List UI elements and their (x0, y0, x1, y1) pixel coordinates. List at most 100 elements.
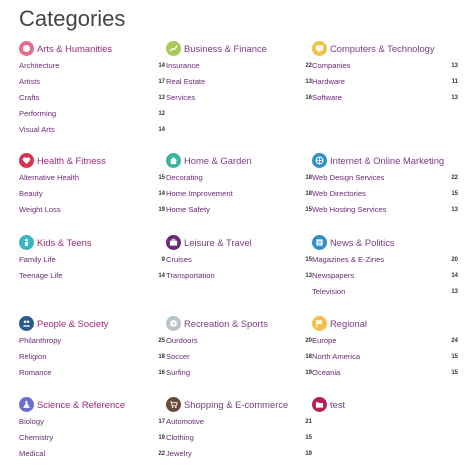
category-title-link[interactable]: People & Society (37, 317, 108, 330)
category-title-link[interactable]: Computers & Technology (330, 42, 435, 55)
category-title-link[interactable]: Arts & Humanities (37, 42, 112, 55)
subcategory-link[interactable]: Crafts (19, 90, 39, 106)
subcategory-link[interactable]: Oceania (312, 365, 340, 381)
subcategory-link[interactable]: Clothing (166, 430, 194, 446)
subcategory-item[interactable]: Medical 22 (19, 446, 165, 462)
subcategory-item[interactable]: Web Directories 15 (312, 186, 458, 202)
subcategory-item[interactable]: Romance 16 (19, 365, 165, 381)
subcategory-link[interactable]: Artists (19, 74, 40, 90)
subcategory-item[interactable]: Companies 13 (312, 58, 458, 74)
subcategory-link[interactable]: Cruises (166, 252, 192, 268)
category-title-link[interactable]: Recreation & Sports (184, 317, 268, 330)
subcategory-link[interactable]: Real Estate (166, 74, 205, 90)
subcategory-item[interactable]: Television 13 (312, 284, 458, 300)
category-header[interactable]: Leisure & Travel (166, 235, 312, 251)
subcategory-link[interactable]: Software (312, 90, 342, 106)
subcategory-link[interactable]: Alternative Health (19, 170, 79, 186)
category-header[interactable]: News & Politics (312, 235, 458, 251)
subcategory-item[interactable]: Software 13 (312, 90, 458, 106)
category-header[interactable]: Science & Reference (19, 397, 165, 413)
subcategory-item[interactable]: Biology 17 (19, 414, 165, 430)
subcategory-link[interactable]: Architecture (19, 58, 60, 74)
subcategory-item[interactable]: Services 16 (166, 90, 312, 106)
subcategory-item[interactable]: Religion 18 (19, 349, 165, 365)
subcategory-link[interactable]: Philanthropy (19, 333, 61, 349)
subcategory-link[interactable]: Performing (19, 106, 56, 122)
category-title-link[interactable]: test (330, 398, 345, 411)
category-header[interactable]: Kids & Teens (19, 235, 165, 251)
category-header[interactable]: test (312, 397, 458, 413)
subcategory-link[interactable]: Web Hosting Services (312, 202, 387, 218)
category-title-link[interactable]: Kids & Teens (37, 236, 92, 249)
subcategory-link[interactable]: North America (312, 349, 360, 365)
subcategory-link[interactable]: Surfing (166, 365, 190, 381)
subcategory-link[interactable]: Europe (312, 333, 337, 349)
subcategory-link[interactable]: Chemistry (19, 430, 53, 446)
subcategory-link[interactable]: Home Improvement (166, 186, 233, 202)
subcategory-link[interactable]: Newspapers (312, 268, 354, 284)
subcategory-item[interactable]: Performing 12 (19, 106, 165, 122)
subcategory-link[interactable]: Ourdoors (166, 333, 198, 349)
subcategory-item[interactable]: Automotive 21 (166, 414, 312, 430)
subcategory-link[interactable]: Insurance (166, 58, 199, 74)
category-header[interactable]: Recreation & Sports (166, 316, 312, 332)
subcategory-item[interactable]: Philanthropy 25 (19, 333, 165, 349)
category-header[interactable]: Home & Garden (166, 153, 312, 169)
subcategory-item[interactable]: Weight Loss 19 (19, 202, 165, 218)
subcategory-item[interactable]: Soccer 18 (166, 349, 312, 365)
subcategory-link[interactable]: Decorating (166, 170, 203, 186)
subcategory-link[interactable]: Weight Loss (19, 202, 61, 218)
subcategory-link[interactable]: Automotive (166, 414, 204, 430)
category-header[interactable]: Regional (312, 316, 458, 332)
subcategory-item[interactable]: Web Hosting Services 13 (312, 202, 458, 218)
category-header[interactable]: People & Society (19, 316, 165, 332)
subcategory-link[interactable]: Web Directories (312, 186, 366, 202)
category-header[interactable]: Business & Finance (166, 41, 312, 57)
subcategory-item[interactable]: Family Life 9 (19, 252, 165, 268)
subcategory-item[interactable]: North America 15 (312, 349, 458, 365)
subcategory-item[interactable]: Visual Arts 14 (19, 122, 165, 138)
subcategory-item[interactable]: Teenage Life 14 (19, 268, 165, 284)
category-header[interactable]: Computers & Technology (312, 41, 458, 57)
category-title-link[interactable]: Health & Fitness (37, 154, 106, 167)
subcategory-item[interactable]: Artists 17 (19, 74, 165, 90)
subcategory-item[interactable]: Oceania 15 (312, 365, 458, 381)
subcategory-link[interactable]: Magazines & E-Zines (312, 252, 384, 268)
category-header[interactable]: Internet & Online Marketing (312, 153, 458, 169)
subcategory-link[interactable]: Religion (19, 349, 46, 365)
subcategory-item[interactable]: Ourdoors 20 (166, 333, 312, 349)
subcategory-item[interactable]: Web Design Services 22 (312, 170, 458, 186)
subcategory-item[interactable]: Home Safety 15 (166, 202, 312, 218)
category-header[interactable]: Shopping & E-commerce (166, 397, 312, 413)
subcategory-item[interactable]: Clothing 15 (166, 430, 312, 446)
subcategory-item[interactable]: Alternative Health 15 (19, 170, 165, 186)
category-title-link[interactable]: Leisure & Travel (184, 236, 252, 249)
subcategory-item[interactable]: Transportation 13 (166, 268, 312, 284)
subcategory-link[interactable]: Jewelry (166, 446, 192, 462)
subcategory-link[interactable]: Beauty (19, 186, 43, 202)
subcategory-link[interactable]: Hardware (312, 74, 345, 90)
subcategory-link[interactable]: Television (312, 284, 345, 300)
category-title-link[interactable]: Science & Reference (37, 398, 125, 411)
subcategory-link[interactable]: Home Safety (166, 202, 210, 218)
subcategory-link[interactable]: Visual Arts (19, 122, 55, 138)
subcategory-link[interactable]: Family Life (19, 252, 56, 268)
subcategory-item[interactable]: Magazines & E-Zines 20 (312, 252, 458, 268)
subcategory-link[interactable]: Web Design Services (312, 170, 384, 186)
category-title-link[interactable]: Internet & Online Marketing (330, 154, 444, 167)
subcategory-item[interactable]: Surfing 19 (166, 365, 312, 381)
subcategory-item[interactable]: Jewelry 19 (166, 446, 312, 462)
subcategory-link[interactable]: Soccer (166, 349, 190, 365)
category-header[interactable]: Health & Fitness (19, 153, 165, 169)
subcategory-item[interactable]: Decorating 18 (166, 170, 312, 186)
category-header[interactable]: Arts & Humanities (19, 41, 165, 57)
subcategory-item[interactable]: Insurance 22 (166, 58, 312, 74)
category-title-link[interactable]: News & Politics (330, 236, 395, 249)
subcategory-item[interactable]: Cruises 15 (166, 252, 312, 268)
category-title-link[interactable]: Business & Finance (184, 42, 267, 55)
subcategory-item[interactable]: Architecture 14 (19, 58, 165, 74)
subcategory-link[interactable]: Biology (19, 414, 44, 430)
category-title-link[interactable]: Shopping & E-commerce (184, 398, 288, 411)
subcategory-item[interactable]: Beauty 14 (19, 186, 165, 202)
subcategory-link[interactable]: Companies (312, 58, 350, 74)
